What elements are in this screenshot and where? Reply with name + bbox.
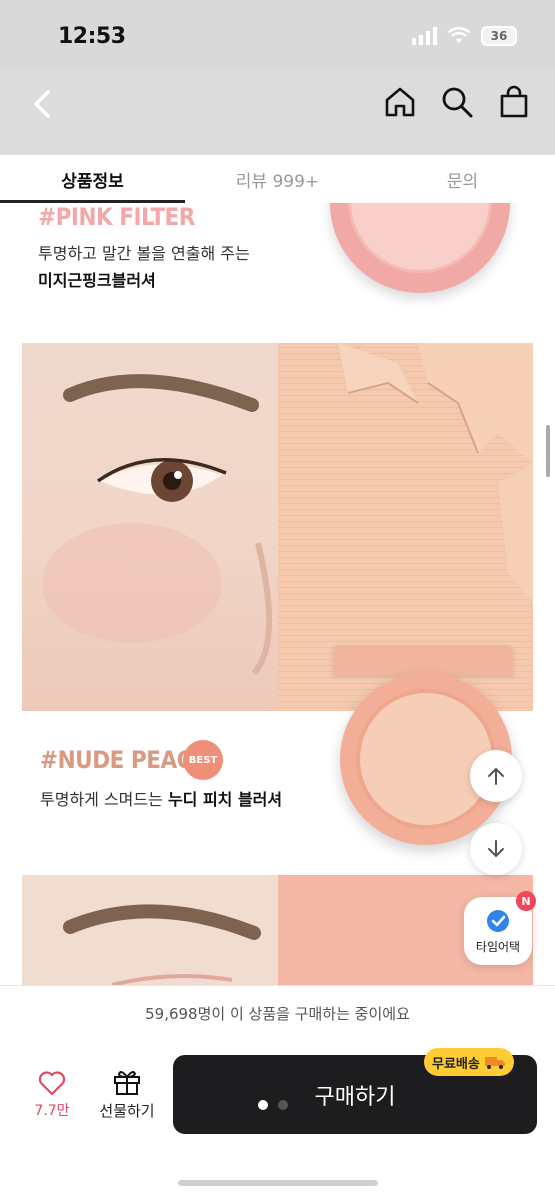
verified-check-icon <box>487 909 509 932</box>
scrollbar[interactable] <box>546 425 550 477</box>
free-shipping-badge: 무료배송 <box>424 1048 514 1076</box>
purchase-activity-text: 59,698명이 이 상품을 구매하는 중이에요 <box>145 1004 410 1023</box>
chevron-left-icon <box>34 90 50 118</box>
model-eye-photo-2 <box>22 875 278 985</box>
home-button[interactable] <box>380 82 420 122</box>
search-icon <box>442 87 473 118</box>
best-badge: BEST <box>183 740 223 780</box>
search-button[interactable] <box>437 82 477 122</box>
page-dot-active <box>258 1100 268 1110</box>
nude-peach-desc: 투명하게 스며드는 누디 피치 블러셔 <box>40 787 282 813</box>
signal-icon <box>412 27 437 45</box>
new-badge: N <box>516 891 536 911</box>
nude-peach-desc-bold: 누디 피치 블러셔 <box>167 790 283 809</box>
status-icons: 36 <box>412 26 517 46</box>
home-icon <box>385 87 415 117</box>
page-indicator <box>258 1100 288 1110</box>
page-dot <box>278 1100 288 1110</box>
shopping-bag-icon <box>500 85 528 118</box>
peach-compact-lid <box>333 645 513 675</box>
scroll-down-button[interactable] <box>470 823 522 875</box>
free-shipping-label: 무료배송 <box>432 1056 480 1072</box>
nude-peach-desc-plain: 투명하게 스며드는 <box>40 790 168 809</box>
battery-icon: 36 <box>481 26 517 46</box>
buy-label: 구매하기 <box>314 1084 396 1110</box>
pink-compact-image <box>330 203 510 293</box>
pink-filter-title: #PINK FILTER <box>38 203 195 231</box>
model-eye-photo <box>22 343 278 711</box>
arrow-down-icon <box>488 840 504 857</box>
gift-button[interactable]: 선물하기 <box>92 1068 162 1121</box>
tab-reviews[interactable]: 리뷰 999+ <box>185 155 370 203</box>
scroll-up-button[interactable] <box>470 750 522 802</box>
gift-icon <box>114 1071 140 1095</box>
bottom-action-bar: 7.7만 선물하기 구매하기 무료배송 <box>0 1040 555 1200</box>
status-time: 12:53 <box>58 24 126 49</box>
product-tabs: 상품정보 리뷰 999+ 문의 <box>0 155 555 203</box>
home-indicator <box>178 1180 378 1186</box>
wifi-icon <box>447 27 471 43</box>
time-attack-button[interactable]: 타임어택 N <box>464 891 536 965</box>
tab-product-info[interactable]: 상품정보 <box>0 155 185 203</box>
purchase-activity-banner: 59,698명이 이 상품을 구매하는 중이에요 <box>0 985 555 1040</box>
tab-label: 리뷰 999+ <box>235 171 320 192</box>
time-attack-label: 타임어택 <box>475 939 521 954</box>
arrow-up-icon <box>488 768 504 785</box>
gift-label: 선물하기 <box>99 1102 155 1120</box>
cart-button[interactable] <box>494 82 534 122</box>
app-header <box>0 70 555 155</box>
like-count: 7.7만 <box>34 1103 70 1119</box>
tab-label: 문의 <box>446 171 479 192</box>
product-detail-content: #PINK FILTER 투명하고 말간 볼을 연출해 주는 미지근핑크블러셔 <box>0 203 555 985</box>
heart-icon <box>38 1071 66 1096</box>
like-button[interactable]: 7.7만 <box>28 1070 76 1120</box>
pink-filter-desc-line1: 투명하고 말간 볼을 연출해 주는 <box>38 244 250 263</box>
tab-qna[interactable]: 문의 <box>370 155 555 203</box>
pink-filter-desc-line2: 미지근핑크블러셔 <box>38 271 156 290</box>
truck-icon <box>484 1057 505 1069</box>
battery-level: 36 <box>490 29 508 43</box>
tab-label: 상품정보 <box>61 171 124 192</box>
status-bar: 12:53 36 <box>0 0 555 70</box>
back-button[interactable] <box>20 82 64 126</box>
